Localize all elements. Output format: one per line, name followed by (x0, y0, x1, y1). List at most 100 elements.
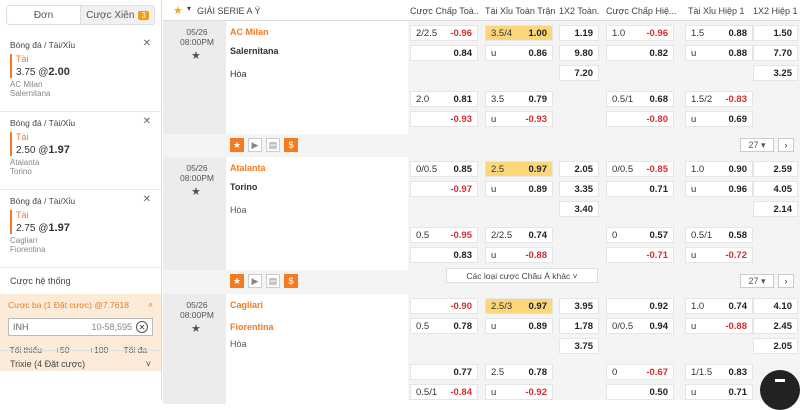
favorite-star-icon[interactable]: ★ (191, 49, 201, 62)
odds-cell[interactable]: 0.84 (410, 45, 478, 61)
odds-cell[interactable]: 7.70 (753, 45, 798, 61)
odds-cell[interactable]: 2.45 (753, 318, 798, 334)
odds-cell[interactable]: u -0.88 (685, 318, 753, 334)
home-team[interactable]: AC Milan (230, 27, 269, 37)
odds-cell[interactable]: 1.0 0.74 (685, 298, 753, 314)
scroll-top-button[interactable]: ▬ (760, 370, 800, 410)
odds-cell[interactable]: 0/0.5 0.94 (606, 318, 674, 334)
odds-cell[interactable]: 2/2.5 0.74 (485, 227, 553, 243)
stats-icon[interactable]: ▤ (266, 274, 280, 288)
odds-cell[interactable]: 3.35 (559, 181, 599, 197)
odds-cell[interactable]: u 0.89 (485, 318, 553, 334)
odds-cell[interactable]: 0.5 -0.95 (410, 227, 478, 243)
odds-cell[interactable]: 0/0.5 0.85 (410, 161, 478, 177)
more-markets-button[interactable]: 27 ▾ (740, 274, 774, 288)
remove-bet-icon[interactable]: ✕ (143, 38, 151, 49)
odds-cell[interactable]: 0 -0.67 (606, 364, 674, 380)
odds-cell[interactable]: 0.82 (606, 45, 674, 61)
trixie-row[interactable]: Trixie (4 Đặt cược) ˅ (0, 350, 161, 377)
chevron-right-icon[interactable]: › (778, 138, 794, 152)
odds-cell[interactable]: u -0.93 (485, 111, 553, 127)
star-icon[interactable]: ★ (230, 274, 244, 288)
odds-cell[interactable]: 1/1.5 0.83 (685, 364, 753, 380)
odds-cell[interactable]: u -0.92 (485, 384, 553, 400)
odds-cell[interactable]: 2.5 0.78 (485, 364, 553, 380)
odds-cell[interactable]: 2.0 0.81 (410, 91, 478, 107)
odds-cell[interactable]: 1.19 (559, 25, 599, 41)
odds-cell[interactable]: u 0.71 (685, 384, 753, 400)
odds-cell[interactable]: 2.05 (559, 161, 599, 177)
odds-cell[interactable]: -0.71 (606, 247, 674, 263)
odds-cell[interactable]: 0.5/1 0.68 (606, 91, 674, 107)
odds-cell[interactable]: 3.40 (559, 201, 599, 217)
odds-cell[interactable]: 0.71 (606, 181, 674, 197)
odds-cell[interactable]: -0.90 (410, 298, 478, 314)
favorite-star-icon[interactable]: ★ (173, 4, 183, 17)
odds-cell[interactable]: 9.80 (559, 45, 599, 61)
odds-cell[interactable]: u 0.96 (685, 181, 753, 197)
play-icon[interactable]: ▶ (248, 274, 262, 288)
odds-cell[interactable]: 2.59 (753, 161, 798, 177)
odds-cell[interactable]: 2.5/3 0.97 (485, 298, 553, 314)
odds-cell[interactable]: u 0.88 (685, 45, 753, 61)
away-team[interactable]: Fiorentina (230, 322, 274, 332)
odds-cell[interactable]: 4.05 (753, 181, 798, 197)
favorite-star-icon[interactable]: ★ (191, 322, 201, 335)
odds-cell[interactable]: 2.14 (753, 201, 798, 217)
odds-cell[interactable]: 3.25 (753, 65, 798, 81)
odds-cell[interactable]: 4.10 (753, 298, 798, 314)
odds-cell[interactable]: u 0.69 (685, 111, 753, 127)
odds-cell[interactable]: u 0.89 (485, 181, 553, 197)
odds-cell[interactable]: 1.5/2 -0.83 (685, 91, 753, 107)
odds-cell[interactable]: 2.5 0.97 (485, 161, 553, 177)
odds-cell[interactable]: 0.5/1 0.58 (685, 227, 753, 243)
tab-combo[interactable]: Cược Xiên 3 (80, 6, 154, 24)
favorite-star-icon[interactable]: ★ (191, 185, 201, 198)
odds-cell[interactable]: 1.0 0.90 (685, 161, 753, 177)
odds-cell[interactable]: -0.93 (410, 111, 478, 127)
odds-cell[interactable]: u -0.72 (685, 247, 753, 263)
asian-markets-link[interactable]: Các loại cược Châu Á khác ˅ (446, 268, 598, 283)
star-icon[interactable]: ★ (230, 138, 244, 152)
home-team[interactable]: Atalanta (230, 163, 266, 173)
odds-cell[interactable]: 0/0.5 -0.85 (606, 161, 674, 177)
collapse-icon[interactable]: ▾ (187, 4, 191, 13)
clear-icon[interactable]: ✕ (136, 321, 148, 333)
odds-cell[interactable]: 0.5 0.78 (410, 318, 478, 334)
odds-cell[interactable]: 7.20 (559, 65, 599, 81)
odds-cell[interactable]: 1.50 (753, 25, 798, 41)
odds-cell[interactable]: -0.97 (410, 181, 478, 197)
away-team[interactable]: Torino (230, 182, 257, 192)
odds-cell[interactable]: 1.0 -0.96 (606, 25, 674, 41)
odds-cell[interactable]: u -0.88 (485, 247, 553, 263)
home-team[interactable]: Cagliari (230, 300, 263, 310)
odds-cell[interactable]: 0.77 (410, 364, 478, 380)
odds-cell[interactable]: 0.50 (606, 384, 674, 400)
more-markets-button[interactable]: 27 ▾ (740, 138, 774, 152)
stake-input[interactable]: INH 10-58,595 ✕ (8, 318, 153, 336)
remove-bet-icon[interactable]: ✕ (143, 194, 151, 205)
remove-bet-icon[interactable]: ✕ (143, 116, 151, 127)
chevron-up-icon[interactable]: ˄ (148, 300, 153, 310)
odds-cell[interactable]: 0.83 (410, 247, 478, 263)
away-team[interactable]: Salernitana (230, 46, 279, 56)
tab-single[interactable]: Đơn (7, 6, 80, 24)
odds-cell[interactable]: 3.75 (559, 338, 599, 354)
chevron-right-icon[interactable]: › (778, 274, 794, 288)
odds-cell[interactable]: 2.05 (753, 338, 798, 354)
odds-cell[interactable]: 0 0.57 (606, 227, 674, 243)
odds-cell[interactable]: 3.95 (559, 298, 599, 314)
odds-cell[interactable]: u 0.86 (485, 45, 553, 61)
stats-icon[interactable]: ▤ (266, 138, 280, 152)
odds-cell[interactable]: 1.78 (559, 318, 599, 334)
odds-cell[interactable]: 3.5/4 1.00 (485, 25, 553, 41)
odds-cell[interactable]: 3.5 0.79 (485, 91, 553, 107)
odds-cell[interactable]: 1.5 0.88 (685, 25, 753, 41)
dollar-icon[interactable]: $ (284, 138, 298, 152)
odds-cell[interactable]: -0.80 (606, 111, 674, 127)
play-icon[interactable]: ▶ (248, 138, 262, 152)
odds-cell[interactable]: 0.92 (606, 298, 674, 314)
odds-cell[interactable]: 2/2.5 -0.96 (410, 25, 478, 41)
odds-cell[interactable]: 0.5/1 -0.84 (410, 384, 478, 400)
dollar-icon[interactable]: $ (284, 274, 298, 288)
